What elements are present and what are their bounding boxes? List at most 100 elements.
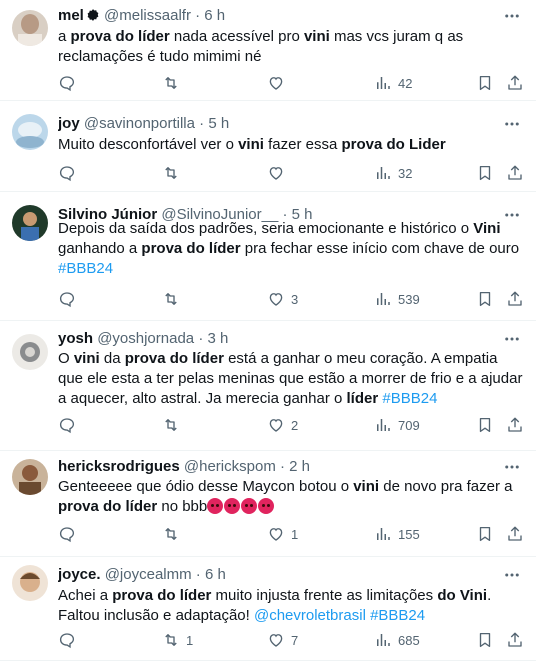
more-options-icon[interactable] [502,329,522,349]
bookmark-button[interactable] [476,524,494,544]
avatar[interactable] [12,334,48,370]
bookmark-button[interactable] [476,73,494,93]
reply-icon [58,290,76,308]
views-button[interactable]: 539 [374,289,420,309]
highlighted-term: vini [303,28,330,45]
hashtag-link[interactable]: #BBB24 [370,607,425,624]
hashtag-link[interactable]: @chevroletbrasil [254,607,366,624]
retweet-count: 1 [186,632,194,648]
hashtag-link[interactable]: #BBB24 [58,260,113,277]
like-icon [267,290,285,308]
tweet-text: a prova do líder nada acessível pro vini… [58,27,526,67]
author-handle[interactable]: @yoshjornada [97,330,194,347]
hashtag-link[interactable]: #BBB24 [382,390,437,407]
bookmark-button[interactable] [476,163,494,183]
author-name[interactable]: joy [58,115,80,132]
like-button[interactable]: 7 [267,630,298,650]
share-button[interactable] [506,415,524,435]
reply-button[interactable] [58,163,82,183]
like-button[interactable] [267,73,291,93]
retweet-button[interactable] [162,73,186,93]
author-name[interactable]: hericksrodrigues [58,458,180,475]
views-button[interactable]: 32 [374,163,412,183]
more-options-icon[interactable] [502,565,522,585]
like-button[interactable]: 3 [267,289,298,309]
share-button[interactable] [506,630,524,650]
share-button[interactable] [506,73,524,93]
views-button[interactable]: 685 [374,630,420,650]
bookmark-icon [476,74,494,92]
author-handle[interactable]: @joycealmm [105,566,192,583]
retweet-button[interactable] [162,163,186,183]
tweet-text-segment: nada acessível pro [169,28,304,45]
author-name[interactable]: yosh [58,330,93,347]
avatar[interactable] [12,205,48,241]
angry-face-emoji-icon [241,498,258,514]
author-handle[interactable]: @melissaalfr [104,7,191,24]
reply-button[interactable] [58,415,82,435]
reply-button[interactable] [58,289,82,309]
retweet-button[interactable] [162,524,186,544]
bookmark-button[interactable] [476,630,494,650]
reply-button[interactable] [58,630,82,650]
highlighted-term: prova do líder [58,498,158,515]
reply-icon [58,74,76,92]
retweet-button[interactable]: 1 [162,630,193,650]
reply-button[interactable] [58,524,82,544]
tweet-header: hericksrodrigues @herickspom · 2 h [58,457,496,477]
avatar[interactable] [12,459,48,495]
timestamp[interactable]: 5 h [208,115,229,132]
tweet-header: joyce. @joycealmm · 6 h [58,565,496,585]
views-button[interactable]: 709 [374,415,420,435]
tweet[interactable]: mel @melissaalfr · 6 h a prova do líder … [0,0,536,101]
author-handle[interactable]: @herickspom [184,458,276,475]
share-icon [506,416,524,434]
tweet[interactable]: yosh @yoshjornada · 3 h O vini da prova … [0,321,536,451]
author-name[interactable]: joyce. [58,566,101,583]
more-options-icon[interactable] [502,114,522,134]
retweet-button[interactable] [162,415,186,435]
like-button[interactable]: 1 [267,524,298,544]
tweet[interactable]: joyce. @joycealmm · 6 h Achei a prova do… [0,557,536,661]
like-button[interactable] [267,163,291,183]
retweet-icon [162,290,180,308]
views-button[interactable]: 42 [374,73,412,93]
avatar[interactable] [12,565,48,601]
bookmark-button[interactable] [476,415,494,435]
timestamp[interactable]: 3 h [207,330,228,347]
avatar[interactable] [12,10,48,46]
like-count: 3 [291,291,299,307]
author-handle[interactable]: @savinonportilla [84,115,195,132]
timestamp[interactable]: 2 h [289,458,310,475]
views-icon [374,416,392,434]
tweet-actions: 3 539 [58,289,524,309]
highlighted-term: vini [73,350,100,367]
timestamp[interactable]: 6 h [205,566,226,583]
share-icon [506,164,524,182]
avatar[interactable] [12,114,48,150]
views-button[interactable]: 155 [374,524,420,544]
share-button[interactable] [506,289,524,309]
share-icon [506,290,524,308]
tweet-actions: 1 7 685 [58,630,524,650]
tweet[interactable]: hericksrodrigues @herickspom · 2 h Gente… [0,451,536,557]
tweet[interactable]: Silvino Júnior @SilvinoJunior__ · 5 h De… [0,192,536,321]
tweet-text-segment: Muito desconfortável ver o [58,136,239,153]
tweet-header: joy @savinonportilla · 5 h [58,114,496,134]
tweet[interactable]: joy @savinonportilla · 5 h Muito desconf… [0,101,536,192]
like-button[interactable]: 2 [267,415,298,435]
views-icon [374,631,392,649]
like-icon [267,74,285,92]
reply-button[interactable] [58,73,82,93]
more-options-icon[interactable] [502,457,522,477]
reply-icon [58,164,76,182]
more-options-icon[interactable] [502,6,522,26]
bookmark-button[interactable] [476,289,494,309]
highlighted-term: Vini [473,220,501,237]
author-name[interactable]: mel [58,7,84,24]
retweet-button[interactable] [162,289,186,309]
share-button[interactable] [506,524,524,544]
timestamp[interactable]: 6 h [204,7,225,24]
share-button[interactable] [506,163,524,183]
tweet-header: yosh @yoshjornada · 3 h [58,329,496,349]
